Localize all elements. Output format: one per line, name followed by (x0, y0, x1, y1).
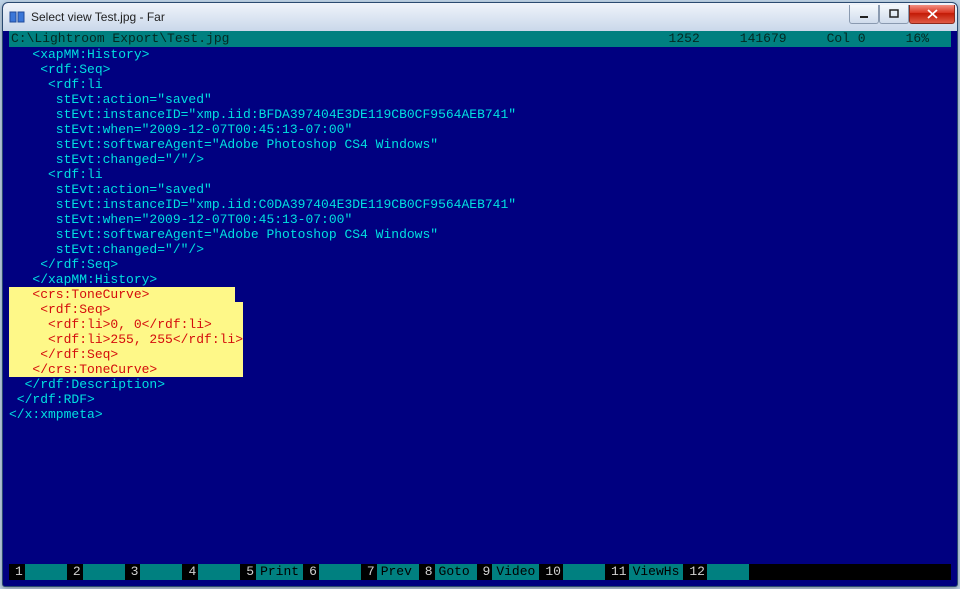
code-line: stEvt:softwareAgent="Adobe Photoshop CS4… (9, 137, 951, 152)
status-bar-top: C:\Lightroom Export\Test.jpg 1252 141679… (9, 31, 951, 47)
code-line: <rdf:li (9, 77, 951, 92)
titlebar[interactable]: Select view Test.jpg - Far (3, 3, 957, 31)
code-line: stEvt:instanceID="xmp.iid:C0DA397404E3DE… (9, 197, 951, 212)
code-line: </rdf:Seq> (9, 347, 951, 362)
fkey-label (83, 564, 125, 580)
fkey-number: 9 (477, 564, 493, 580)
fkey-label: Print (256, 564, 303, 580)
status-val-4: 16% (906, 31, 929, 47)
code-line: stEvt:action="saved" (9, 92, 951, 107)
status-path: C:\Lightroom Export\Test.jpg (9, 31, 669, 47)
fkey-10[interactable]: 10 (539, 564, 605, 580)
code-line: </rdf:RDF> (9, 392, 951, 407)
code-line: stEvt:when="2009-12-07T00:45:13-07:00" (9, 212, 951, 227)
code-line: </rdf:Seq> (9, 257, 951, 272)
minimize-button[interactable] (849, 5, 879, 24)
fkey-label (25, 564, 67, 580)
code-line: <rdf:Seq> (9, 302, 951, 317)
code-line: <rdf:Seq> (9, 62, 951, 77)
code-line: <xapMM:History> (9, 47, 951, 62)
status-val-3: Col 0 (827, 31, 866, 47)
fkey-12[interactable]: 12 (683, 564, 749, 580)
code-line: </crs:ToneCurve> (9, 362, 951, 377)
code-line: stEvt:action="saved" (9, 182, 951, 197)
app-icon (9, 9, 25, 25)
code-line: stEvt:instanceID="xmp.iid:BFDA397404E3DE… (9, 107, 951, 122)
fkey-label: Prev (377, 564, 419, 580)
status-val-1: 1252 (669, 31, 700, 47)
fkey-1[interactable]: 1 (9, 564, 67, 580)
fkey-number: 5 (240, 564, 256, 580)
fkey-number: 1 (9, 564, 25, 580)
fkey-number: 12 (683, 564, 707, 580)
code-line: stEvt:when="2009-12-07T00:45:13-07:00" (9, 122, 951, 137)
fkey-5[interactable]: 5Print (240, 564, 303, 580)
fkey-label: Video (492, 564, 539, 580)
fkey-number: 2 (67, 564, 83, 580)
code-line: </rdf:Description> (9, 377, 951, 392)
code-line: stEvt:changed="/"/> (9, 152, 951, 167)
code-view[interactable]: <xapMM:History> <rdf:Seq> <rdf:li stEvt:… (9, 47, 951, 564)
fkey-label (563, 564, 605, 580)
fkey-number: 10 (539, 564, 563, 580)
fkey-number: 11 (605, 564, 629, 580)
maximize-button[interactable] (879, 5, 909, 24)
fkey-number: 3 (125, 564, 141, 580)
code-line: stEvt:softwareAgent="Adobe Photoshop CS4… (9, 227, 951, 242)
fkey-label (707, 564, 749, 580)
fkey-8[interactable]: 8Goto (419, 564, 477, 580)
fkey-11[interactable]: 11ViewHs (605, 564, 683, 580)
caption-buttons (849, 5, 955, 24)
fkey-number: 4 (182, 564, 198, 580)
client-area: C:\Lightroom Export\Test.jpg 1252 141679… (9, 31, 951, 580)
code-line: </x:xmpmeta> (9, 407, 951, 422)
fkey-2[interactable]: 2 (67, 564, 125, 580)
code-line: <rdf:li (9, 167, 951, 182)
fkey-3[interactable]: 3 (125, 564, 183, 580)
window-frame: Select view Test.jpg - Far C:\Lightroom … (2, 2, 958, 587)
function-key-bar: 12345Print67Prev8Goto9Video1011ViewHs12 (9, 564, 951, 580)
fkey-number: 7 (361, 564, 377, 580)
fkey-number: 8 (419, 564, 435, 580)
code-line: <rdf:li>0, 0</rdf:li> (9, 317, 951, 332)
code-line: <rdf:li>255, 255</rdf:li> (9, 332, 951, 347)
code-line: stEvt:changed="/"/> (9, 242, 951, 257)
fkey-6[interactable]: 6 (303, 564, 361, 580)
status-val-2: 141679 (740, 31, 787, 47)
fkey-label (140, 564, 182, 580)
code-line: <crs:ToneCurve> (9, 287, 951, 302)
code-line: </xapMM:History> (9, 272, 951, 287)
fkey-7[interactable]: 7Prev (361, 564, 419, 580)
fkey-label (319, 564, 361, 580)
close-button[interactable] (909, 5, 955, 24)
fkey-number: 6 (303, 564, 319, 580)
fkey-label (198, 564, 240, 580)
fkey-9[interactable]: 9Video (477, 564, 540, 580)
window-title: Select view Test.jpg - Far (31, 10, 849, 24)
fkey-4[interactable]: 4 (182, 564, 240, 580)
fkey-label: ViewHs (629, 564, 684, 580)
fkey-label: Goto (435, 564, 477, 580)
